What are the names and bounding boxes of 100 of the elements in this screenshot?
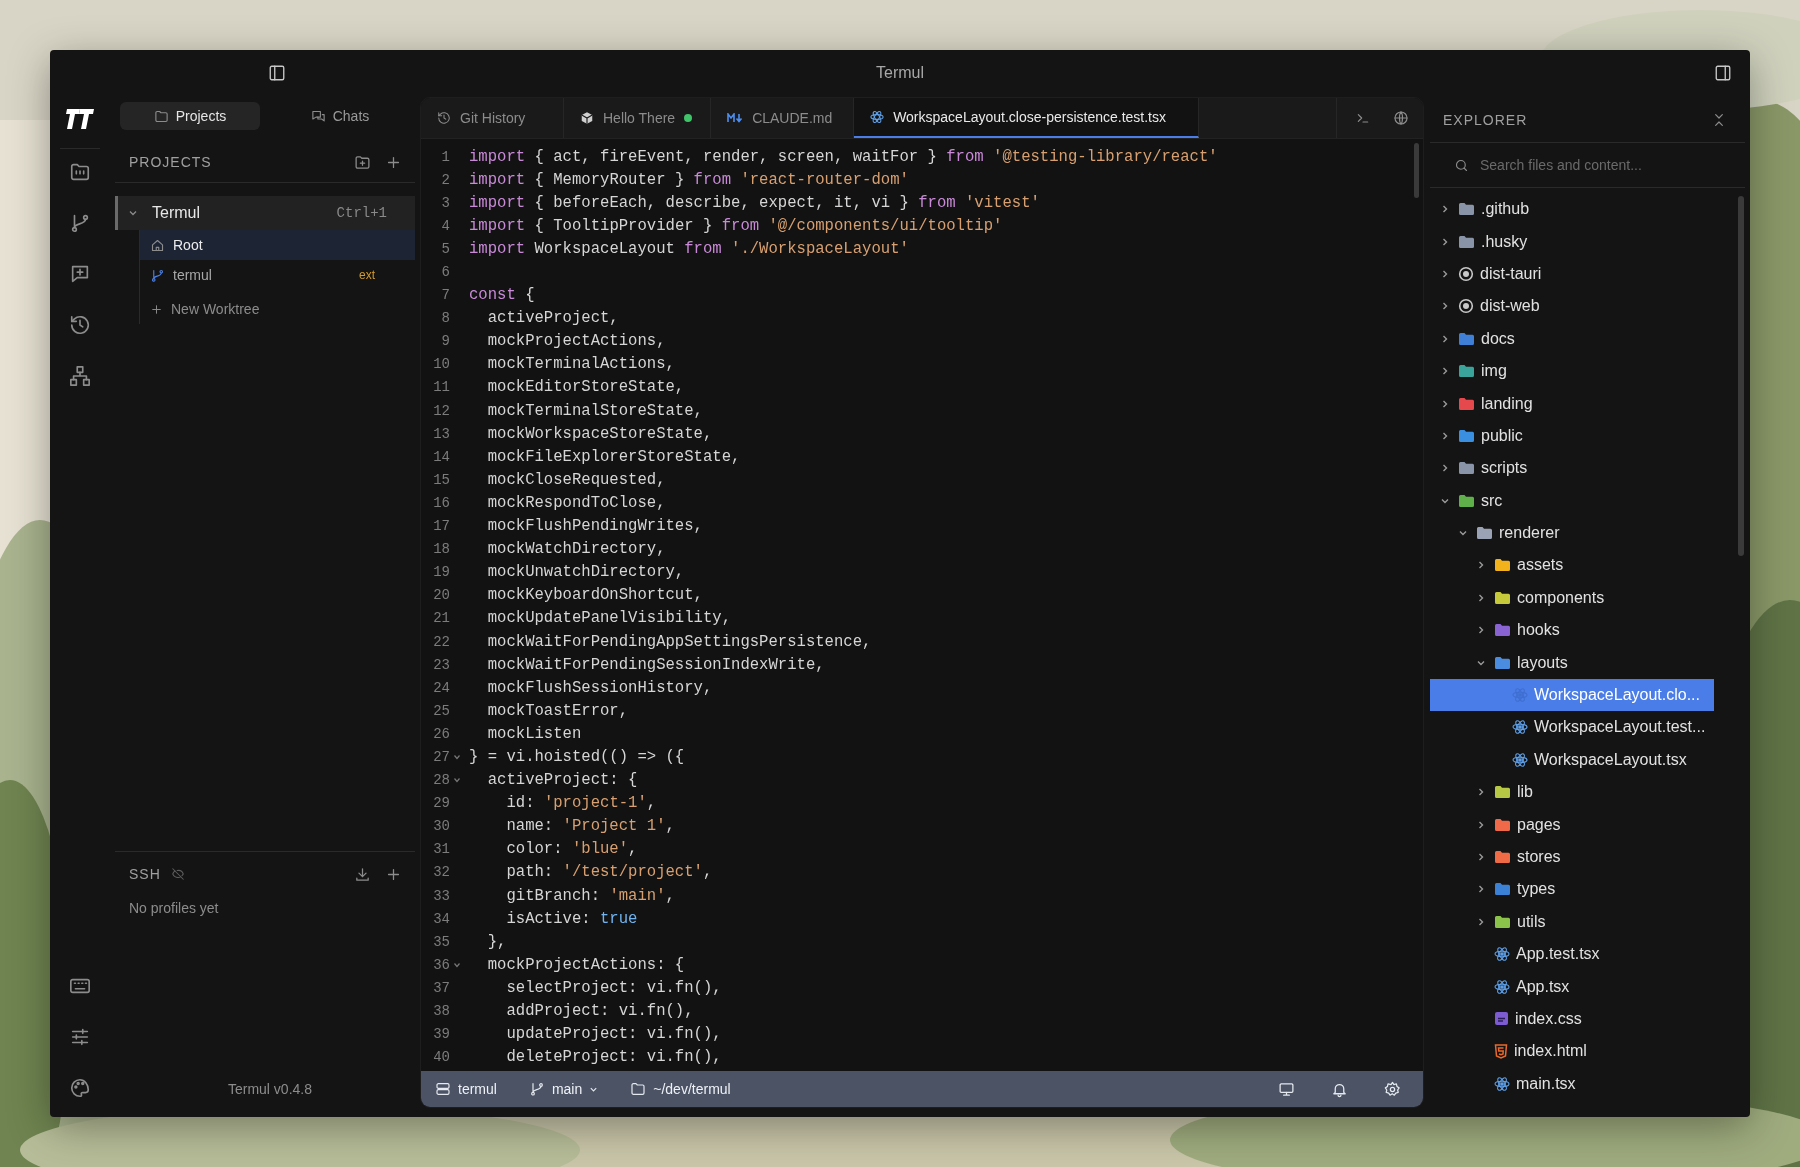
tree-item[interactable]: index.css bbox=[1430, 1002, 1714, 1036]
section-heading: PROJECTS bbox=[129, 154, 212, 170]
line-number: 30 bbox=[432, 818, 450, 835]
tree-item[interactable]: types bbox=[1430, 873, 1714, 906]
line-number: 6 bbox=[440, 264, 450, 280]
code-line: mockFileExplorerStoreState, bbox=[486, 447, 741, 466]
code-line: mockUnwatchDirectory, bbox=[486, 563, 685, 582]
code-line: updateProject: vi.fn(), bbox=[505, 1025, 722, 1044]
atom-icon bbox=[1512, 719, 1528, 736]
folder-icon bbox=[153, 108, 169, 124]
fold-chevron-icon[interactable] bbox=[453, 960, 461, 969]
code-line: import { act, fireEvent, render, screen, waitFor } from '@testing-library/react' bbox=[469, 147, 1218, 166]
tree-item[interactable]: components bbox=[1430, 581, 1714, 615]
line-number: 24 bbox=[432, 679, 450, 696]
code-line: gitBranch: 'main', bbox=[505, 886, 675, 905]
tree-item[interactable]: dist-web bbox=[1430, 290, 1714, 323]
line-number: 25 bbox=[432, 702, 450, 719]
line-number: 13 bbox=[432, 425, 450, 442]
cube-icon bbox=[580, 111, 594, 125]
code-line: mockRespondToClose, bbox=[486, 493, 666, 512]
tree-item[interactable]: public bbox=[1430, 419, 1714, 453]
fold-chevron-icon[interactable] bbox=[453, 753, 461, 761]
chat-icon bbox=[310, 108, 326, 124]
line-number: 8 bbox=[440, 310, 450, 327]
sliders-icon bbox=[69, 1026, 91, 1048]
tree-item[interactable]: .husky bbox=[1430, 225, 1714, 258]
worktree-item[interactable]: Root bbox=[140, 230, 415, 260]
search-field[interactable]: Search files and content... bbox=[1478, 156, 1722, 174]
line-number: 31 bbox=[432, 841, 450, 858]
worktree-item[interactable]: termul ext bbox=[140, 260, 415, 290]
tree-item[interactable]: main.tsx bbox=[1430, 1067, 1714, 1100]
tree-item[interactable]: img bbox=[1430, 354, 1714, 388]
scrollbar-thumb[interactable] bbox=[1738, 196, 1744, 556]
editor-tab[interactable]: WorkspaceLayout.close-persistence.test.tsx bbox=[854, 98, 1199, 138]
tree-item[interactable]: index.html bbox=[1430, 1035, 1714, 1068]
tree-item[interactable]: docs bbox=[1430, 322, 1714, 355]
tree-item[interactable]: src bbox=[1430, 484, 1714, 517]
sidebar-tab[interactable]: Projects bbox=[120, 102, 260, 130]
code-line: }, bbox=[486, 932, 507, 951]
tree-item[interactable]: dist-tauri bbox=[1430, 257, 1714, 291]
logo-icon bbox=[65, 106, 95, 132]
search-icon bbox=[1454, 157, 1469, 173]
new-worktree-button[interactable]: New Worktree bbox=[140, 294, 415, 324]
code-line: mockCloseRequested, bbox=[486, 470, 666, 489]
sidebar-toggle-icon bbox=[268, 64, 286, 82]
tree-item[interactable]: lib bbox=[1430, 776, 1714, 809]
palette-icon bbox=[69, 1077, 91, 1099]
line-number: 22 bbox=[432, 633, 450, 650]
line-number: 16 bbox=[432, 494, 450, 511]
code-line: selectProject: vi.fn(), bbox=[505, 978, 722, 997]
line-number: 20 bbox=[432, 587, 450, 604]
status-item[interactable]: termul bbox=[435, 1081, 497, 1097]
code-line: name: 'Project 1', bbox=[505, 817, 675, 836]
tree-item[interactable]: assets bbox=[1430, 549, 1714, 582]
settings-icon bbox=[1384, 1080, 1401, 1098]
tree-item[interactable]: renderer bbox=[1430, 516, 1714, 550]
tree-item[interactable]: landing bbox=[1430, 387, 1714, 420]
tree-item[interactable]: utils bbox=[1430, 905, 1714, 938]
atom-icon bbox=[1512, 687, 1528, 704]
sidebar-tab[interactable]: Chats bbox=[270, 102, 410, 130]
code-line: mockProjectActions: { bbox=[486, 955, 685, 974]
tree-item[interactable]: App.test.tsx bbox=[1430, 938, 1714, 971]
tree-item[interactable]: layouts bbox=[1430, 646, 1714, 679]
empty-message: No profiles yet bbox=[128, 899, 220, 918]
fold-chevron-icon[interactable] bbox=[453, 776, 461, 785]
home-icon bbox=[150, 237, 165, 253]
history-icon bbox=[437, 111, 451, 125]
status-item[interactable]: ~/dev/termul bbox=[630, 1081, 731, 1097]
code-line: mockFlushPendingWrites, bbox=[486, 517, 703, 536]
code-line: mockWatchDirectory, bbox=[486, 540, 666, 559]
eye-off-icon bbox=[170, 867, 185, 881]
code-line: const { bbox=[469, 286, 535, 305]
html-file-icon bbox=[1494, 1043, 1508, 1059]
tree-item[interactable]: WorkspaceLayout.clo... bbox=[1430, 678, 1714, 712]
code-line: mockFlushSessionHistory, bbox=[486, 678, 713, 697]
code-line: addProject: vi.fn(), bbox=[505, 1002, 694, 1020]
code-line: mockEditorStoreState, bbox=[486, 378, 685, 397]
tree-item[interactable]: scripts bbox=[1430, 452, 1714, 485]
line-number: 34 bbox=[432, 910, 450, 927]
status-item[interactable]: main bbox=[528, 1081, 599, 1097]
atom-icon bbox=[1494, 1075, 1510, 1092]
target-icon bbox=[1458, 298, 1474, 315]
tree-item[interactable]: .github bbox=[1430, 193, 1714, 226]
tree-item[interactable]: WorkspaceLayout.tsx bbox=[1430, 743, 1714, 777]
code-line: activeProject: { bbox=[486, 771, 638, 790]
tree-item[interactable]: WorkspaceLayout.test... bbox=[1430, 711, 1714, 744]
line-number: 37 bbox=[432, 979, 450, 996]
editor-tab[interactable]: Git History bbox=[421, 98, 564, 138]
project-item[interactable]: Termul Ctrl+1 bbox=[115, 196, 415, 230]
code-line: mockUpdatePanelVisibility, bbox=[486, 609, 732, 628]
chat-plus-icon bbox=[69, 263, 91, 285]
tree-item[interactable]: hooks bbox=[1430, 614, 1714, 647]
tree-item[interactable]: App.tsx bbox=[1430, 970, 1714, 1003]
scrollbar-thumb[interactable] bbox=[1414, 143, 1419, 198]
line-number: 32 bbox=[432, 864, 450, 881]
code-line: mockWorkspaceStoreState, bbox=[486, 424, 713, 443]
editor-tab[interactable]: Hello There bbox=[564, 98, 712, 138]
project-name: Termul bbox=[152, 204, 200, 222]
tree-item[interactable]: pages bbox=[1430, 808, 1714, 841]
tree-item[interactable]: stores bbox=[1430, 840, 1714, 874]
